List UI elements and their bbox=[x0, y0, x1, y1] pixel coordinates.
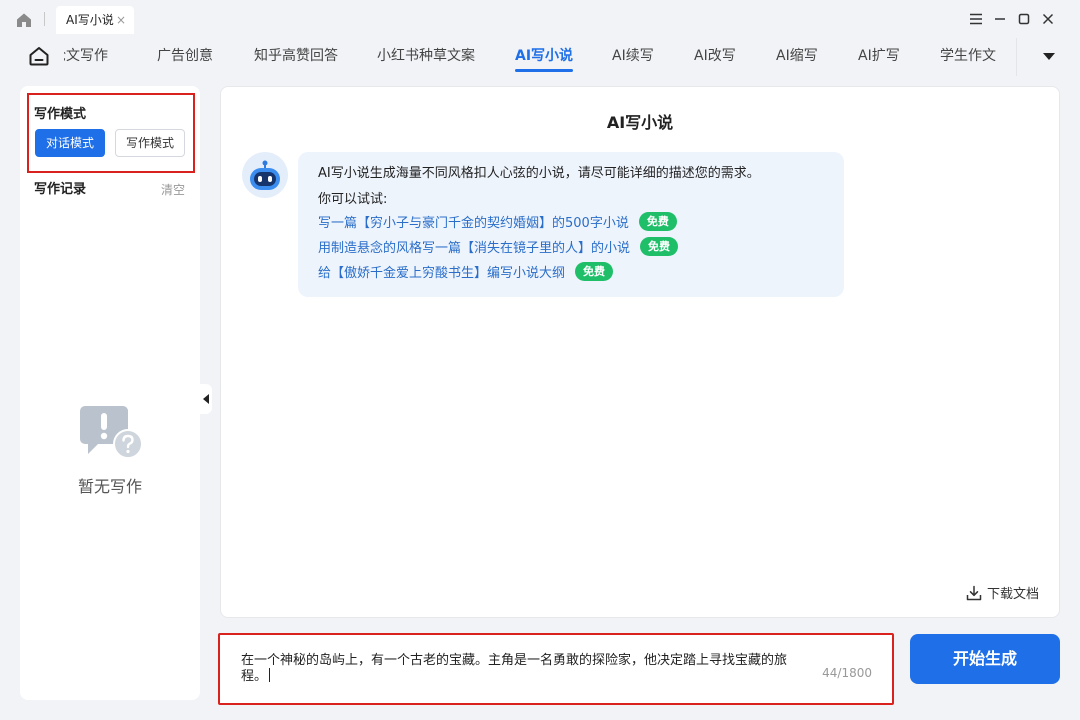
nav-items: 论文写作 广告创意 知乎高赞回答 小红书种草文案 AI写小说 AI续写 AI改写… bbox=[64, 38, 1016, 76]
robot-avatar-icon bbox=[241, 151, 289, 199]
nav-item-ai-continue[interactable]: AI续写 bbox=[612, 38, 654, 76]
suggestion-link[interactable]: 写一篇【穷小子与豪门千金的契约婚姻】的500字小说 bbox=[318, 212, 629, 231]
caret-down-icon[interactable] bbox=[1036, 48, 1062, 66]
download-document-button[interactable]: 下载文档 bbox=[966, 583, 1039, 602]
minimize-icon[interactable] bbox=[989, 8, 1011, 30]
mode-title: 写作模式 bbox=[34, 107, 87, 122]
free-badge: 免费 bbox=[638, 211, 677, 231]
nav-item-thesis[interactable]: 论文写作 bbox=[64, 38, 108, 76]
nav-divider bbox=[1016, 38, 1017, 76]
category-nav: 论文写作 广告创意 知乎高赞回答 小红书种草文案 AI写小说 AI续写 AI改写… bbox=[0, 38, 1080, 76]
nav-item-ai-shorten[interactable]: AI缩写 bbox=[776, 38, 818, 76]
welcome-message: AI写小说生成海量不同风格扣人心弦的小说，请尽可能详细的描述您的需求。 你可以试… bbox=[298, 152, 844, 297]
free-badge: 免费 bbox=[575, 261, 614, 281]
suggestion-item[interactable]: 用制造悬念的风格写一篇【消失在镜子里的人】的小说 免费 bbox=[318, 236, 679, 256]
close-icon[interactable] bbox=[1037, 8, 1059, 30]
prompt-input-text[interactable]: 在一个神秘的岛屿上，有一个古老的宝藏。主角是一名勇敢的探险家，他决定踏上寻找宝藏… bbox=[241, 653, 801, 684]
download-icon bbox=[966, 585, 982, 600]
nav-item-zhihu[interactable]: 知乎高赞回答 bbox=[254, 38, 338, 76]
nav-item-student-essay[interactable]: 学生作文 bbox=[940, 38, 996, 76]
intro-text: AI写小说生成海量不同风格扣人心弦的小说，请尽可能详细的描述您的需求。 bbox=[318, 166, 760, 181]
empty-chat-question-icon bbox=[78, 404, 146, 462]
page-title: AI写小说 bbox=[606, 113, 674, 132]
tab-title: AI写小说 bbox=[66, 13, 114, 27]
suggestion-item[interactable]: 给【傲娇千金爱上穷酸书生】编写小说大纲 免费 bbox=[318, 261, 614, 281]
nav-item-xiaohongshu[interactable]: 小红书种草文案 bbox=[377, 38, 475, 76]
tab-close-icon[interactable]: × bbox=[116, 6, 126, 34]
prompt-input[interactable]: 在一个神秘的岛屿上，有一个古老的宝藏。主角是一名勇敢的探险家，他决定踏上寻找宝藏… bbox=[218, 633, 894, 705]
try-label: 你可以试试: bbox=[318, 192, 388, 207]
clear-records-button[interactable]: 清空 bbox=[161, 181, 185, 198]
chat-panel: AI写小说 AI写小说生成海量不同风格扣人心弦的小说，请尽可能详细的描述您的需求… bbox=[220, 86, 1060, 618]
nav-item-ai-novel[interactable]: AI写小说 bbox=[515, 38, 574, 76]
prompt-value: 在一个神秘的岛屿上，有一个古老的宝藏。主角是一名勇敢的探险家，他决定踏上寻找宝藏… bbox=[241, 653, 788, 684]
chat-mode-button[interactable]: 对话模式 bbox=[35, 129, 105, 157]
nav-item-ai-rewrite[interactable]: AI改写 bbox=[694, 38, 736, 76]
sidebar: 写作模式 对话模式 写作模式 写作记录 清空 暂无写作 bbox=[20, 86, 200, 700]
maximize-icon[interactable] bbox=[1013, 8, 1035, 30]
suggestion-item[interactable]: 写一篇【穷小子与豪门千金的契约婚姻】的500字小说 免费 bbox=[318, 211, 677, 231]
app-home-icon[interactable] bbox=[27, 44, 51, 68]
title-separator bbox=[44, 12, 45, 26]
nav-item-ai-expand[interactable]: AI扩写 bbox=[858, 38, 900, 76]
download-label: 下载文档 bbox=[986, 587, 1039, 602]
caret-left-icon[interactable] bbox=[200, 384, 212, 414]
tab-ai-novel[interactable]: AI写小说 × bbox=[56, 6, 134, 34]
suggestion-link[interactable]: 用制造悬念的风格写一篇【消失在镜子里的人】的小说 bbox=[318, 237, 630, 256]
record-title: 写作记录 bbox=[34, 182, 87, 197]
character-counter: 44/1800 bbox=[822, 666, 872, 680]
empty-records-text: 暂无写作 bbox=[77, 477, 142, 496]
home-icon[interactable] bbox=[14, 10, 34, 30]
title-bar: AI写小说 × bbox=[0, 0, 1080, 38]
free-badge: 免费 bbox=[640, 236, 679, 256]
write-mode-button[interactable]: 写作模式 bbox=[115, 129, 185, 157]
suggestion-link[interactable]: 给【傲娇千金爱上穷酸书生】编写小说大纲 bbox=[318, 262, 565, 281]
nav-item-ad-idea[interactable]: 广告创意 bbox=[157, 38, 213, 76]
text-caret bbox=[269, 668, 271, 682]
menu-icon[interactable] bbox=[965, 8, 987, 30]
start-generate-button[interactable]: 开始生成 bbox=[910, 634, 1060, 684]
